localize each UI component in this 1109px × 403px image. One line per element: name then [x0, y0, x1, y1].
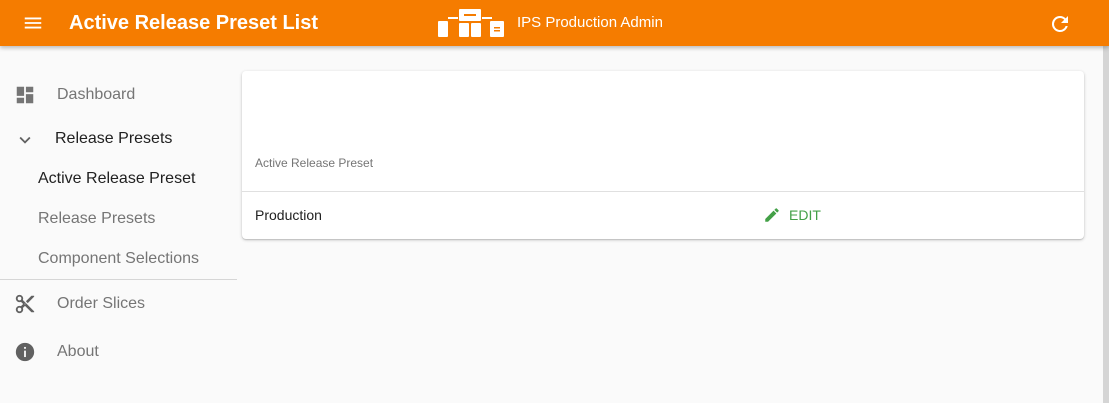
- sidebar-item-dashboard[interactable]: Dashboard: [0, 82, 238, 108]
- scissors-icon: [15, 294, 35, 314]
- brand-name: IPS Production Admin: [517, 14, 663, 31]
- sidebar-item-label: Component Selections: [38, 250, 199, 267]
- scrollbar[interactable]: [1103, 46, 1109, 403]
- sidebar-item-label: Release Presets: [38, 210, 156, 227]
- menu-icon[interactable]: [22, 12, 44, 34]
- sidebar-item-release-presets[interactable]: Release Presets: [0, 126, 238, 152]
- active-release-preset-table: Active Release Preset Production EDIT: [242, 71, 1084, 239]
- info-icon: [15, 342, 35, 362]
- sidebar-item-about[interactable]: About: [0, 339, 238, 365]
- sidebar-subitem-active-release-preset[interactable]: Active Release Preset: [0, 166, 238, 192]
- table-divider: [242, 191, 1084, 192]
- column-header: Active Release Preset: [255, 156, 374, 170]
- sidebar-item-label: Active Release Preset: [38, 170, 196, 187]
- sidebar-item-label: About: [57, 343, 99, 360]
- sidebar: Dashboard Release Presets Active Release…: [0, 46, 238, 403]
- sidebar-subitem-component-selections[interactable]: Component Selections: [0, 246, 238, 272]
- pencil-icon: [765, 208, 779, 222]
- sidebar-item-label: Dashboard: [57, 86, 136, 103]
- refresh-icon[interactable]: [1048, 12, 1072, 36]
- page-title: Active Release Preset List: [69, 12, 319, 34]
- sidebar-item-label: Release Presets: [55, 130, 173, 147]
- edit-button-label: EDIT: [789, 207, 821, 223]
- logo-icon: [438, 9, 504, 37]
- preset-name-cell: Production: [255, 207, 322, 223]
- sidebar-divider: [0, 279, 237, 280]
- sidebar-subitem-release-presets[interactable]: Release Presets: [0, 206, 238, 232]
- app-bar: Active Release Preset List IPS Productio…: [0, 0, 1109, 46]
- sidebar-item-order-slices[interactable]: Order Slices: [0, 291, 238, 317]
- sidebar-item-label: Order Slices: [57, 295, 146, 312]
- dashboard-icon: [16, 86, 34, 104]
- chevron-down-icon: [19, 136, 31, 144]
